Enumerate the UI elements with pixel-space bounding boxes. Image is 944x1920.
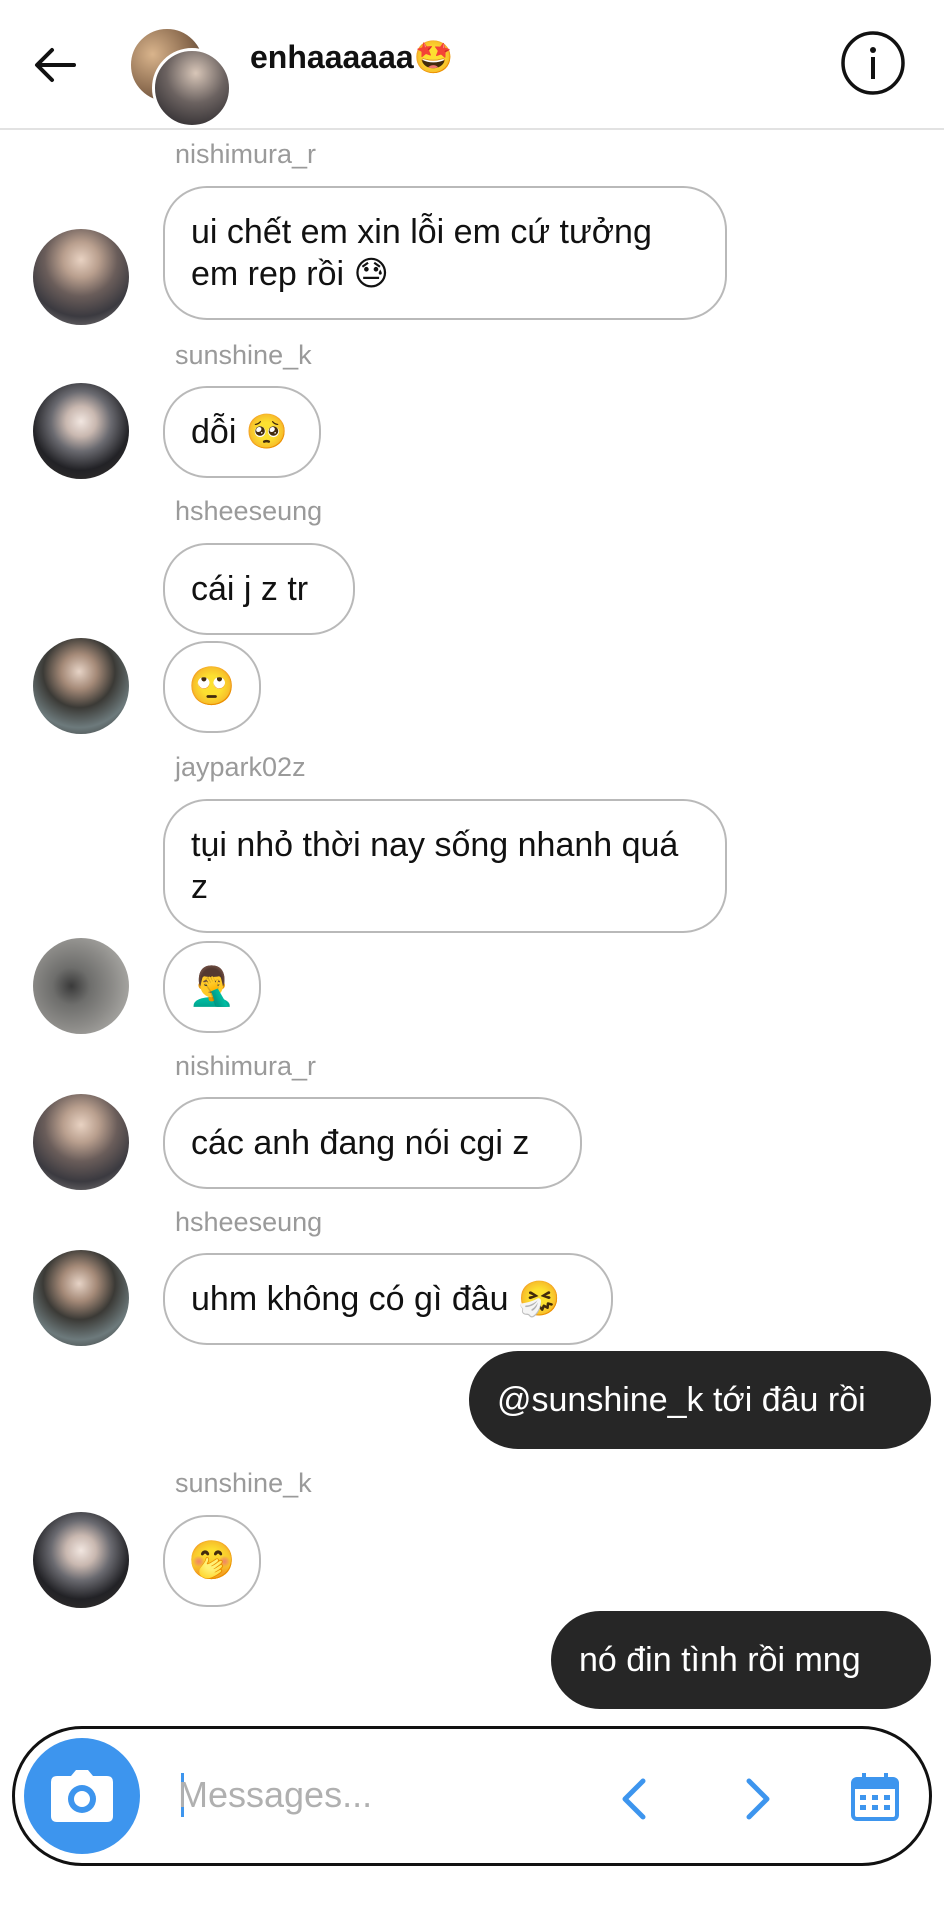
message-emoji: 🤦‍♂️ <box>188 966 236 1008</box>
message-bubble[interactable]: ui chết em xin lỗi em cứ tưởng em rep rồ… <box>163 186 727 320</box>
message-username[interactable]: hsheeseung <box>175 496 322 527</box>
group-avatar-front <box>152 48 232 128</box>
outgoing-message-text: @sunshine_k tới đâu rồi <box>497 1380 866 1419</box>
chat-title[interactable]: enhaaaaaa🤩 <box>250 38 454 76</box>
avatar[interactable] <box>33 1250 129 1346</box>
avatar[interactable] <box>33 1094 129 1190</box>
outgoing-message-text: nó đin tình rồi mng <box>579 1640 861 1679</box>
next-button[interactable] <box>727 1769 787 1829</box>
message-emoji: 🙄 <box>188 666 236 708</box>
previous-button[interactable] <box>605 1769 665 1829</box>
message-bubble[interactable]: tụi nhỏ thời nay sống nhanh quá z <box>163 799 727 933</box>
message-text: dỗi 🥺 <box>191 413 289 451</box>
message-bubble[interactable]: các anh đang nói cgi z <box>163 1097 582 1189</box>
message-bubble[interactable]: uhm không có gì đâu 🤧 <box>163 1253 613 1345</box>
emoji-bubble[interactable]: 🤭 <box>163 1515 261 1607</box>
message-username[interactable]: sunshine_k <box>175 1468 312 1499</box>
avatar[interactable] <box>33 229 129 325</box>
camera-button[interactable] <box>24 1738 140 1854</box>
emoji-bubble[interactable]: 🙄 <box>163 641 261 733</box>
back-button[interactable] <box>30 40 80 90</box>
message-bubble[interactable]: cái j z tr <box>163 543 355 635</box>
message-text: cái j z tr <box>191 570 309 608</box>
message-username[interactable]: hsheeseung <box>175 1207 322 1238</box>
message-username[interactable]: sunshine_k <box>175 340 312 371</box>
chevron-left-icon <box>622 1778 646 1820</box>
message-bubble[interactable]: dỗi 🥺 <box>163 386 321 478</box>
message-username[interactable]: nishimura_r <box>175 1051 316 1082</box>
chat-header: enhaaaaaa🤩 <box>0 0 944 130</box>
avatar[interactable] <box>33 638 129 734</box>
avatar[interactable] <box>33 1512 129 1608</box>
message-text: tụi nhỏ thời nay sống nhanh quá z <box>191 826 679 906</box>
arrow-left-icon <box>35 48 76 82</box>
message-composer <box>12 1726 932 1866</box>
calendar-icon <box>851 1773 899 1821</box>
chevron-right-icon <box>746 1778 770 1820</box>
calendar-button[interactable] <box>847 1769 903 1825</box>
info-circle-icon <box>841 31 905 95</box>
camera-icon <box>51 1770 113 1822</box>
group-avatar[interactable] <box>128 26 238 128</box>
message-text: uhm không có gì đâu 🤧 <box>191 1280 561 1318</box>
message-emoji: 🤭 <box>188 1540 236 1582</box>
avatar[interactable] <box>33 383 129 479</box>
outgoing-message-bubble[interactable]: nó đin tình rồi mng <box>551 1611 931 1709</box>
chat-title-text: enhaaaaaa <box>250 39 414 75</box>
chat-title-emoji: 🤩 <box>413 39 454 75</box>
message-text: ui chết em xin lỗi em cứ tưởng em rep rồ… <box>191 213 652 293</box>
info-button[interactable] <box>840 30 906 96</box>
message-text: các anh đang nói cgi z <box>191 1124 530 1162</box>
emoji-bubble[interactable]: 🤦‍♂️ <box>163 941 261 1033</box>
outgoing-message-bubble[interactable]: @sunshine_k tới đâu rồi <box>469 1351 931 1449</box>
message-username[interactable]: nishimura_r <box>175 139 316 170</box>
message-input[interactable] <box>178 1767 578 1823</box>
avatar[interactable] <box>33 938 129 1034</box>
message-username[interactable]: jaypark02z <box>175 752 306 783</box>
